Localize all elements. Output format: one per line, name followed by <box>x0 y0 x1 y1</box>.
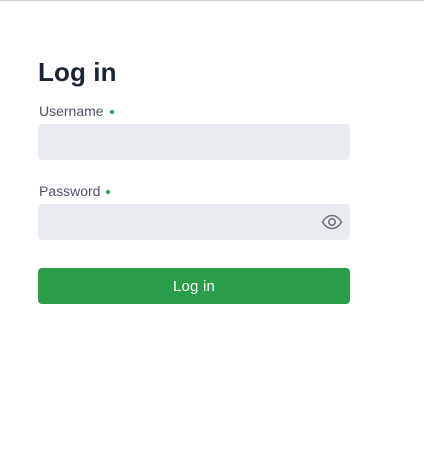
login-button[interactable]: Log in <box>38 268 350 304</box>
required-indicator-icon <box>109 109 114 114</box>
show-password-toggle[interactable] <box>320 212 344 232</box>
username-input[interactable] <box>38 124 350 160</box>
required-indicator-icon <box>106 189 111 194</box>
password-label-row: Password <box>38 181 350 201</box>
username-field-group: Username <box>38 101 350 160</box>
password-label: Password <box>39 183 101 199</box>
password-input[interactable] <box>38 204 350 240</box>
top-divider <box>0 0 424 1</box>
username-label: Username <box>39 103 104 119</box>
password-field-group: Password <box>38 181 350 240</box>
login-form: Log in Username Password Log in <box>38 56 350 304</box>
eye-icon <box>321 214 343 230</box>
username-label-row: Username <box>38 101 350 121</box>
page-title: Log in <box>38 57 117 87</box>
